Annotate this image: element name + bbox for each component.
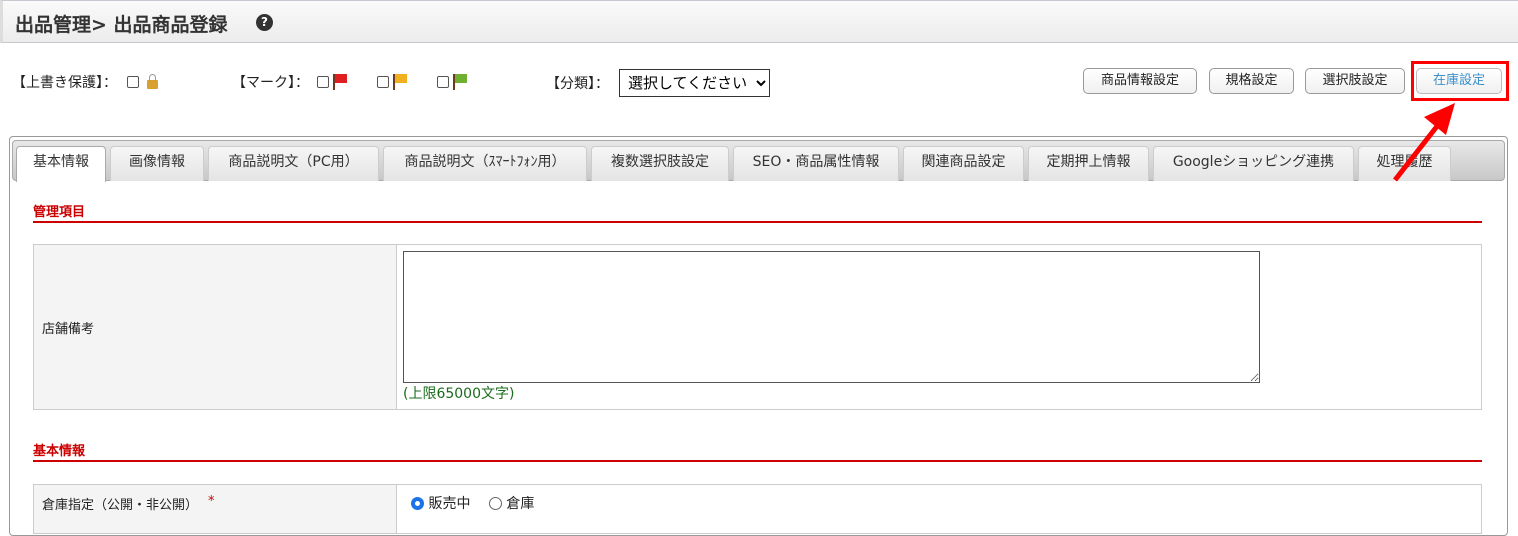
help-icon[interactable]: ? (256, 14, 273, 31)
category-label: 【分類】： (546, 76, 609, 92)
warehouse-row: 倉庫指定（公開・非公開） * 販売中 倉庫 (33, 484, 1482, 534)
tab-seo[interactable]: SEO・商品属性情報 (733, 146, 899, 181)
section-heading-basic: 基本情報 (33, 440, 1482, 462)
lock-icon (147, 74, 158, 89)
overwrite-protect: 【上書き保護】： (12, 72, 158, 92)
tab-multi-option[interactable]: 複数選択肢設定 (591, 146, 729, 181)
radio-on-sale-label: 販売中 (428, 496, 471, 512)
mark-green-checkbox[interactable] (437, 76, 449, 88)
red-flag-icon (333, 74, 347, 90)
radio-on-sale[interactable] (411, 497, 424, 510)
option-settings-button[interactable]: 選択肢設定 (1305, 68, 1405, 94)
tab-periodic-push[interactable]: 定期押上情報 (1028, 146, 1149, 181)
page-title: 出品管理> 出品商品登録 (15, 14, 228, 36)
overwrite-checkbox[interactable] (127, 76, 139, 88)
store-note-label: 店舗備考 (34, 245, 397, 409)
mark-options: 【マーク】： (232, 72, 467, 92)
mark-red-checkbox[interactable] (317, 76, 329, 88)
tab-google-shopping[interactable]: Googleショッピング連携 (1153, 146, 1354, 181)
tab-related-products[interactable]: 関連商品設定 (903, 146, 1024, 181)
tab-description-pc[interactable]: 商品説明文（PC用） (208, 146, 379, 181)
green-flag-icon (453, 74, 467, 90)
warehouse-label: 倉庫指定（公開・非公開） * (34, 485, 397, 533)
overwrite-label: 【上書き保護】： (12, 75, 117, 91)
char-limit-note: (上限65000文字) (403, 386, 515, 402)
mark-label: 【マーク】： (232, 75, 309, 91)
radio-warehouse-label: 倉庫 (506, 496, 535, 512)
radio-warehouse[interactable] (488, 497, 502, 510)
spec-settings-button[interactable]: 規格設定 (1209, 68, 1294, 94)
tab-basic-info[interactable]: 基本情報 (16, 146, 106, 182)
product-info-settings-button[interactable]: 商品情報設定 (1083, 68, 1197, 94)
required-mark: * (208, 494, 215, 509)
tab-image-info[interactable]: 画像情報 (110, 146, 204, 181)
mark-yellow-checkbox[interactable] (377, 76, 389, 88)
tab-description-smartphone[interactable]: 商品説明文（ｽﾏｰﾄﾌｫﾝ用） (383, 146, 587, 181)
warehouse-radios: 販売中 倉庫 (411, 493, 534, 513)
yellow-flag-icon (393, 74, 407, 90)
arrow-annotation (1393, 103, 1455, 182)
warehouse-label-text: 倉庫指定（公開・非公開） (42, 498, 199, 513)
page-header: 出品管理> 出品商品登録 ? (0, 0, 1518, 43)
store-note-textarea[interactable] (403, 251, 1260, 383)
category-option: 【分類】： 選択してください (546, 69, 770, 97)
section-heading-management: 管理項目 (33, 201, 1482, 223)
category-select[interactable]: 選択してください (619, 69, 770, 97)
